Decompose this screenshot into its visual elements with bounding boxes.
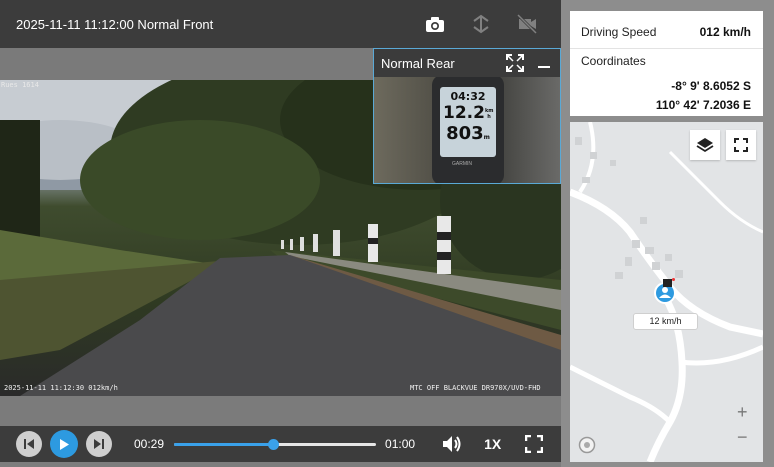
gps-screen: 04:32 12.2 km h 803 m xyxy=(440,87,496,157)
telemetry-card: Driving Speed 012 km/h Coordinates -8° 9… xyxy=(570,11,763,116)
gps-time: 04:32 xyxy=(450,90,486,103)
marker-camera-icon xyxy=(663,274,675,287)
seek-bar-progress xyxy=(174,442,273,446)
rear-camera-pip[interactable]: Normal Rear 04:32 12.2 km h 803 m GARMIN xyxy=(373,48,561,184)
playback-speed[interactable]: 1X xyxy=(484,436,501,452)
coordinates-label: Coordinates xyxy=(581,54,646,68)
map-view[interactable]: 12 km/h + − xyxy=(570,122,763,462)
osd-timestamp-speed: 2025-11-11 11:12:30 012km/h xyxy=(4,384,118,392)
dashcam-viewer: 2025-11-11 11:12:00 Normal Front Rues 16… xyxy=(0,0,774,467)
current-time: 00:29 xyxy=(134,437,165,451)
osd-device-model: MTC OFF BLACKVUE DR970X/UVD-FHD xyxy=(410,384,541,392)
gps-device-image: 04:32 12.2 km h 803 m GARMIN xyxy=(432,77,504,183)
seek-bar[interactable] xyxy=(174,438,377,450)
gps-brand: GARMIN xyxy=(452,161,472,167)
map-fullscreen-button[interactable] xyxy=(726,130,756,160)
zoom-in-button[interactable]: + xyxy=(737,402,748,423)
gps-distance: 803 xyxy=(446,123,484,144)
camera-snapshot-icon[interactable] xyxy=(423,12,447,36)
pip-fullscreen-icon[interactable] xyxy=(504,52,526,74)
video-panel: 2025-11-11 11:12:00 Normal Front Rues 16… xyxy=(0,0,561,467)
speed-row: Driving Speed 012 km/h xyxy=(570,11,763,49)
rear-video-frame[interactable]: 04:32 12.2 km h 803 m GARMIN xyxy=(374,77,560,183)
speed-label: Driving Speed xyxy=(581,25,657,39)
previous-button[interactable] xyxy=(16,431,42,457)
latitude-value: -8° 9' 8.6052 S xyxy=(671,79,751,93)
total-time: 01:00 xyxy=(385,437,416,451)
swap-camera-icon[interactable] xyxy=(469,12,493,36)
pip-minimize-icon[interactable] xyxy=(536,52,552,74)
marker-speed-label: 12 km/h xyxy=(633,313,698,330)
play-button[interactable] xyxy=(50,430,78,458)
next-button[interactable] xyxy=(86,431,112,457)
pip-title: Normal Rear xyxy=(381,55,455,71)
video-letterbox-bottom xyxy=(0,396,561,426)
seek-bar-handle[interactable] xyxy=(268,438,279,450)
video-title: 2025-11-11 11:12:00 Normal Front xyxy=(16,16,214,32)
map-layers-button[interactable] xyxy=(690,130,720,160)
mute-camera-icon[interactable] xyxy=(515,12,539,36)
longitude-value: 110° 42' 7.2036 E xyxy=(655,98,751,112)
video-header: 2025-11-11 11:12:00 Normal Front xyxy=(0,0,561,48)
gps-speed: 12.2 xyxy=(443,103,485,123)
speed-value: 012 km/h xyxy=(699,25,751,39)
pip-header: Normal Rear xyxy=(374,49,560,77)
zoom-out-button[interactable]: − xyxy=(737,427,748,448)
locate-icon[interactable] xyxy=(578,436,596,454)
gps-distance-unit: m xyxy=(483,134,490,141)
bottom-strip xyxy=(0,462,561,467)
playback-controls: 00:29 01:00 1X xyxy=(0,426,561,462)
gps-speed-unit: km h xyxy=(484,108,494,120)
fullscreen-icon[interactable] xyxy=(523,433,545,455)
osd-top-label: Rues 1614 xyxy=(1,81,39,89)
volume-icon[interactable] xyxy=(441,433,463,455)
